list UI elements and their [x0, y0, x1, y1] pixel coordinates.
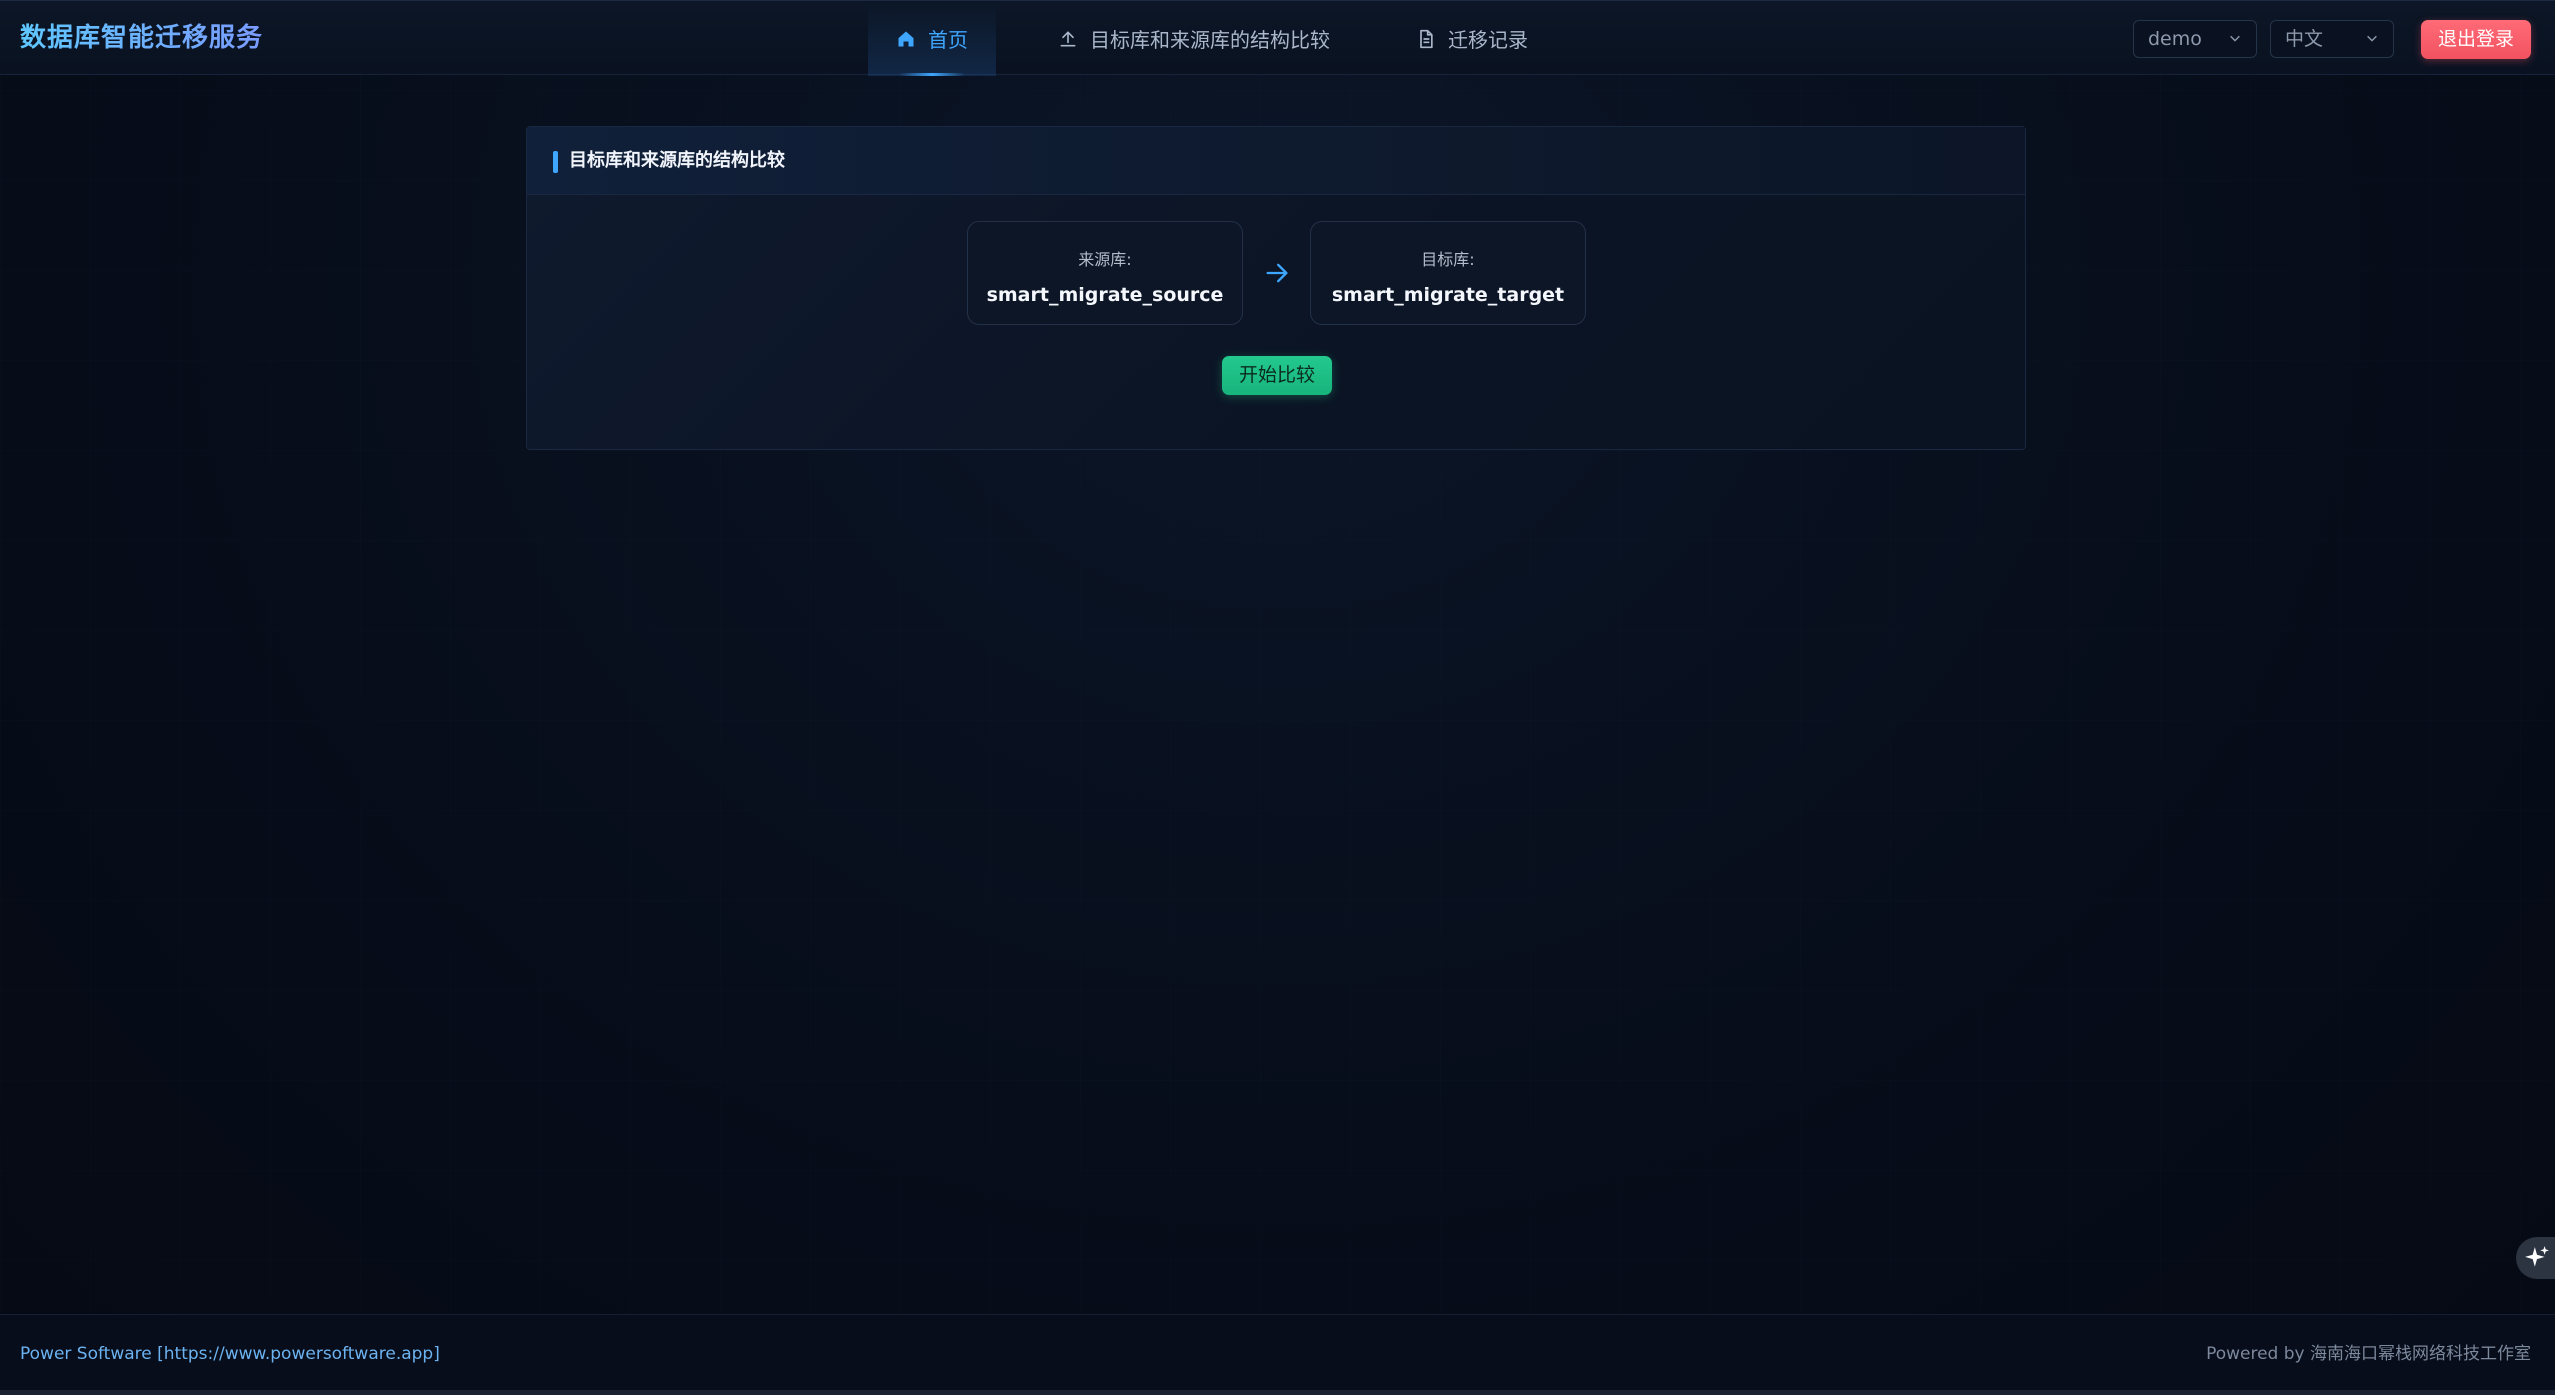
arrow-right-icon	[1266, 263, 1288, 283]
source-db-name: smart_migrate_source	[986, 284, 1224, 306]
upload-icon	[1058, 29, 1078, 49]
nav-item-migration-records[interactable]: 迁移记录	[1388, 1, 1556, 76]
home-icon	[896, 29, 916, 49]
chevron-down-icon	[2367, 35, 2377, 42]
document-icon	[1416, 29, 1436, 49]
structure-compare-card: 目标库和来源库的结构比较 来源库: smart_migrate_source 目…	[526, 126, 2026, 450]
start-compare-button[interactable]: 开始比较	[1222, 356, 1332, 395]
language-select-value: 中文	[2285, 28, 2324, 50]
app-root: 数据库智能迁移服务 首页 目标库和来源库的结构比较 迁移记录 demo 中文 退…	[0, 0, 2555, 1395]
target-db-box: 目标库: smart_migrate_target	[1310, 221, 1586, 325]
main-nav: 首页 目标库和来源库的结构比较 迁移记录	[868, 1, 1556, 76]
bottom-edge	[0, 1390, 2555, 1395]
top-header: 数据库智能迁移服务 首页 目标库和来源库的结构比较 迁移记录 demo 中文 退…	[0, 0, 2555, 76]
ai-assistant-button[interactable]	[2516, 1237, 2555, 1279]
title-accent-bar	[553, 151, 558, 173]
sparkle-icon	[2525, 1246, 2549, 1267]
nav-item-structure-compare[interactable]: 目标库和来源库的结构比较	[1030, 1, 1358, 76]
nav-item-label: 目标库和来源库的结构比较	[1090, 28, 1330, 52]
chevron-down-icon	[2230, 35, 2240, 42]
language-select[interactable]: 中文	[2270, 20, 2394, 58]
nav-item-label: 首页	[928, 28, 968, 52]
source-db-label: 来源库:	[1078, 250, 1132, 269]
nav-item-home[interactable]: 首页	[868, 1, 996, 76]
target-db-name: smart_migrate_target	[1331, 284, 1565, 306]
footer: Power Software [https://www.powersoftwar…	[0, 1314, 2555, 1392]
logout-button[interactable]: 退出登录	[2421, 20, 2531, 59]
footer-credit: Powered by 海南海口幂栈网络科技工作室	[2206, 1344, 2531, 1364]
target-db-label: 目标库:	[1421, 250, 1475, 269]
source-db-box: 来源库: smart_migrate_source	[967, 221, 1243, 325]
user-select-value: demo	[2148, 28, 2202, 50]
card-title: 目标库和来源库的结构比较	[569, 150, 785, 171]
card-header: 目标库和来源库的结构比较	[527, 127, 2025, 195]
footer-link[interactable]: Power Software [https://www.powersoftwar…	[20, 1315, 440, 1393]
user-select[interactable]: demo	[2133, 20, 2257, 58]
nav-item-label: 迁移记录	[1448, 28, 1528, 52]
app-title: 数据库智能迁移服务	[20, 1, 263, 76]
